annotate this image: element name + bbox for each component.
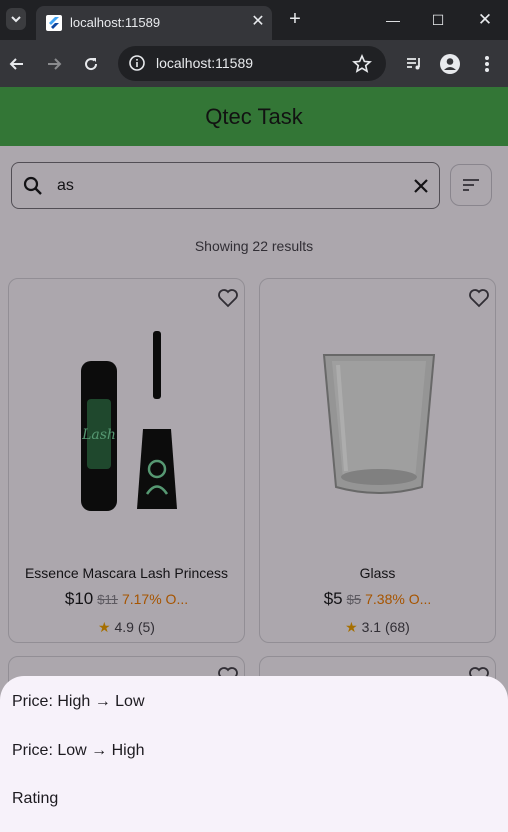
browser-tab[interactable]: localhost:11589 ✕: [36, 6, 272, 40]
browser-menu-button[interactable]: [475, 52, 499, 76]
minimize-button[interactable]: —: [382, 9, 404, 31]
back-button[interactable]: [5, 52, 29, 76]
browser-toolbar: localhost:11589: [0, 40, 508, 87]
more-vert-icon: [485, 56, 489, 72]
reload-icon: [85, 58, 98, 71]
sort-option-price-high-low[interactable]: Price: High → Low: [12, 693, 145, 711]
bookmark-star-icon[interactable]: [352, 54, 372, 74]
profile-button[interactable]: [438, 52, 462, 76]
sort-bottom-sheet: Price: High → Low Price: Low → High Rati…: [0, 676, 508, 832]
new-tab-button[interactable]: +: [284, 8, 306, 30]
info-icon[interactable]: [128, 54, 146, 72]
chevron-down-icon: [11, 16, 21, 23]
forward-button[interactable]: [42, 52, 66, 76]
sort-option-rating[interactable]: Rating: [12, 790, 58, 808]
arrow-left-icon: [9, 58, 23, 70]
browser-tab-bar: localhost:11589 ✕ + — ☐ ✕: [0, 0, 508, 40]
flutter-favicon-icon: [46, 15, 62, 31]
arrow-right-icon: [48, 58, 62, 70]
queue-music-icon: [407, 58, 420, 70]
close-window-button[interactable]: ✕: [474, 9, 496, 31]
tab-search-dropdown[interactable]: [6, 8, 26, 30]
close-tab-icon[interactable]: ✕: [249, 13, 267, 31]
url-text: localhost:11589: [156, 55, 254, 71]
media-control-button[interactable]: [402, 52, 426, 76]
tab-title: localhost:11589: [70, 15, 161, 30]
account-icon: [440, 54, 460, 74]
reload-button[interactable]: [79, 52, 103, 76]
maximize-button[interactable]: ☐: [427, 9, 449, 31]
sort-option-price-low-high[interactable]: Price: Low → High: [12, 742, 145, 760]
address-bar[interactable]: localhost:11589: [118, 46, 386, 81]
